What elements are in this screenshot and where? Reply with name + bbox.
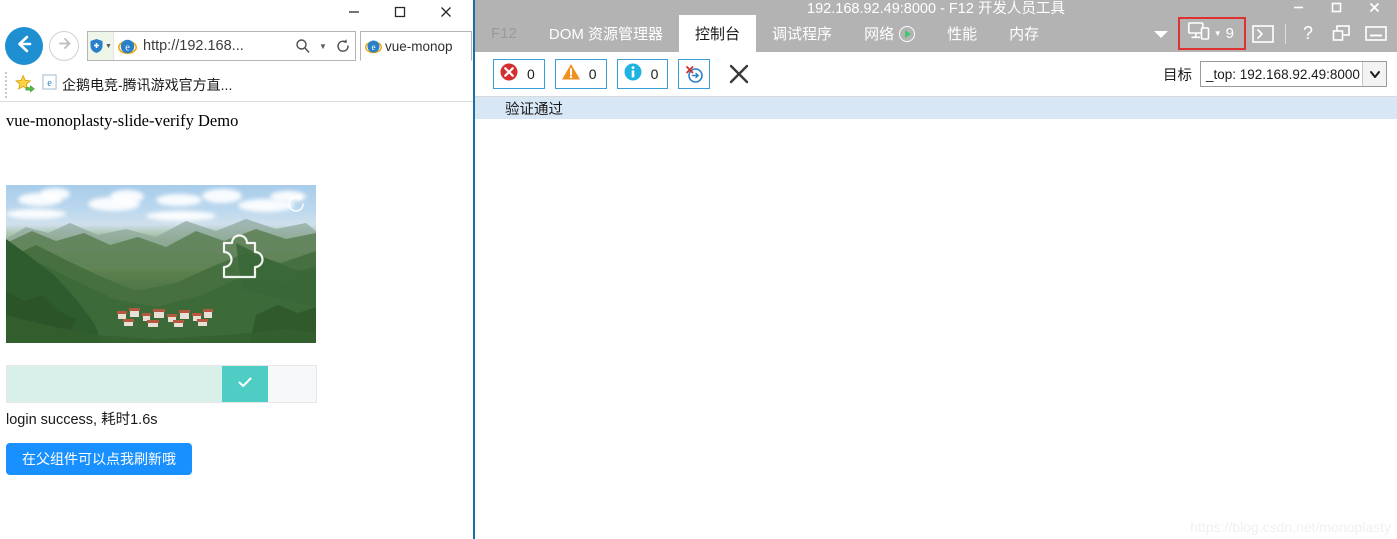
favorites-item[interactable]: e 企鹅电竞-腾讯游戏官方直... bbox=[42, 74, 232, 95]
tab-favicon-ie-logo-icon: e bbox=[361, 38, 385, 55]
svg-text:e: e bbox=[125, 42, 130, 53]
devtools-titlebar: 192.168.92.49:8000 - F12 开发人员工具 bbox=[475, 0, 1397, 17]
minimize-pane-icon[interactable] bbox=[1359, 15, 1393, 52]
favorites-item-label: 企鹅电竞-腾讯游戏官方直... bbox=[62, 76, 233, 93]
console-output[interactable]: 验证通过 https://blog.csdn.net/monoplasty bbox=[475, 97, 1397, 539]
address-bar[interactable]: ▼ e http://192.168... ▼ bbox=[87, 31, 356, 61]
browser-minimize-button[interactable] bbox=[331, 0, 377, 24]
forward-button[interactable] bbox=[49, 31, 79, 61]
toolbar-divider bbox=[1285, 23, 1286, 44]
console-toolbar: 0 0 0 目标 _top: 192.168.92.49:8000 bbox=[475, 52, 1397, 97]
devtools-tab-console[interactable]: 控制台 bbox=[679, 15, 757, 52]
watermark: https://blog.csdn.net/monoplasty bbox=[1190, 519, 1391, 535]
devtools-tab-debugger[interactable]: 调试程序 bbox=[756, 15, 848, 52]
console-error-filter[interactable]: 0 bbox=[493, 59, 545, 89]
clear-console-icon[interactable] bbox=[722, 57, 756, 91]
captcha-refresh-icon[interactable] bbox=[285, 193, 307, 215]
dock-windows-icon[interactable] bbox=[1325, 15, 1359, 52]
chevron-down-icon: ▼ bbox=[1213, 29, 1222, 38]
help-icon[interactable]: ? bbox=[1291, 15, 1325, 52]
url-text[interactable]: http://192.168... bbox=[140, 38, 291, 54]
slide-verify-handle[interactable] bbox=[222, 366, 268, 402]
check-icon bbox=[235, 372, 255, 397]
console-target-value: _top: 192.168.92.49:8000 bbox=[1206, 66, 1360, 82]
console-error-count: 0 bbox=[527, 66, 535, 82]
tab-title: vue-monop bbox=[385, 38, 453, 54]
address-dropdown-chevron-down-icon[interactable]: ▼ bbox=[315, 42, 331, 51]
chevron-down-icon[interactable] bbox=[1362, 62, 1386, 86]
console-target-label: 目标 bbox=[1163, 67, 1192, 84]
browser-close-button[interactable] bbox=[423, 0, 469, 24]
console-info-filter[interactable]: 0 bbox=[616, 59, 669, 89]
web-page-content: vue-monoplasty-slide-verify Demo login s… bbox=[0, 103, 475, 539]
console-target-select[interactable]: _top: 192.168.92.49:8000 bbox=[1200, 61, 1387, 87]
slide-verify-track[interactable] bbox=[6, 365, 317, 403]
puzzle-piece-hole-icon bbox=[202, 221, 274, 295]
slide-verify-remainder bbox=[268, 366, 316, 402]
devtools-tab-dom-explorer[interactable]: DOM 资源管理器 bbox=[533, 15, 679, 52]
devtools-tab-f12: F12 bbox=[491, 25, 517, 42]
favorites-bar: e 企鹅电竞-腾讯游戏官方直... bbox=[0, 68, 475, 102]
error-icon bbox=[499, 62, 519, 87]
console-info-count: 0 bbox=[650, 66, 659, 82]
console-warning-count: 0 bbox=[588, 66, 597, 82]
slide-captcha[interactable] bbox=[6, 185, 316, 343]
page-title: vue-monoplasty-slide-verify Demo bbox=[6, 111, 239, 130]
play-icon[interactable] bbox=[899, 25, 916, 42]
browser-navigation-bar: ▼ e http://192.168... ▼ e vue-monop bbox=[0, 24, 475, 68]
browser-maximize-button[interactable] bbox=[377, 0, 423, 24]
browser-tab[interactable]: e vue-monop bbox=[360, 31, 472, 61]
reload-icon[interactable] bbox=[331, 38, 355, 54]
devtools-tab-network[interactable]: 网络 bbox=[848, 15, 931, 52]
console-target-picker: 目标 _top: 192.168.92.49:8000 bbox=[1163, 61, 1397, 87]
console-message-row[interactable]: 验证通过 bbox=[475, 97, 1397, 119]
console-message-text: 验证通过 bbox=[505, 101, 563, 118]
device-emulation-button[interactable]: ▼ 9 bbox=[1177, 17, 1246, 50]
device-emulation-value: 9 bbox=[1225, 25, 1234, 42]
warning-icon bbox=[561, 62, 581, 87]
devtools-tab-network-label: 网络 bbox=[864, 26, 895, 43]
favorites-item-ie-page-icon: e bbox=[42, 74, 57, 95]
chevron-down-icon[interactable]: ▼ bbox=[105, 43, 112, 50]
browser-window: ▼ e http://192.168... ▼ e vue-monop e 企鹅… bbox=[0, 0, 475, 539]
devtools-window: 192.168.92.49:8000 - F12 开发人员工具 F12 DOM … bbox=[473, 0, 1397, 539]
forward-arrow-icon bbox=[56, 35, 73, 57]
info-icon bbox=[623, 62, 643, 87]
console-prompt-icon[interactable] bbox=[1246, 15, 1280, 52]
search-icon[interactable] bbox=[291, 38, 315, 54]
back-button[interactable] bbox=[5, 27, 43, 65]
verify-status-text: login success, 耗时1.6s bbox=[6, 412, 158, 428]
overflow-chevron-icon[interactable] bbox=[1144, 15, 1178, 52]
device-emulation-icon bbox=[1187, 22, 1210, 45]
devtools-tabbar: F12 DOM 资源管理器 控制台 调试程序 网络 性能 内存 ▼ 9 ? bbox=[475, 15, 1397, 52]
address-favicon-ie-logo-icon: e bbox=[114, 37, 140, 56]
favorites-bar-grip[interactable] bbox=[2, 71, 10, 98]
svg-text:e: e bbox=[371, 42, 375, 52]
tracking-protection-icon[interactable]: ▼ bbox=[88, 32, 114, 60]
back-arrow-icon bbox=[13, 33, 35, 60]
captcha-background-image bbox=[6, 185, 316, 343]
svg-text:e: e bbox=[47, 78, 52, 89]
browser-titlebar bbox=[0, 0, 475, 24]
clear-on-navigate-icon[interactable] bbox=[678, 59, 711, 89]
favorites-star-icon[interactable] bbox=[10, 74, 40, 96]
slide-verify-fill bbox=[7, 366, 222, 402]
devtools-tab-performance[interactable]: 性能 bbox=[931, 15, 993, 52]
devtools-toolbar: ▼ 9 ? bbox=[1144, 15, 1397, 52]
parent-refresh-button[interactable]: 在父组件可以点我刷新哦 bbox=[6, 443, 192, 475]
browser-window-controls bbox=[331, 0, 469, 24]
devtools-tab-memory[interactable]: 内存 bbox=[993, 15, 1055, 52]
console-warning-filter[interactable]: 0 bbox=[554, 59, 607, 89]
